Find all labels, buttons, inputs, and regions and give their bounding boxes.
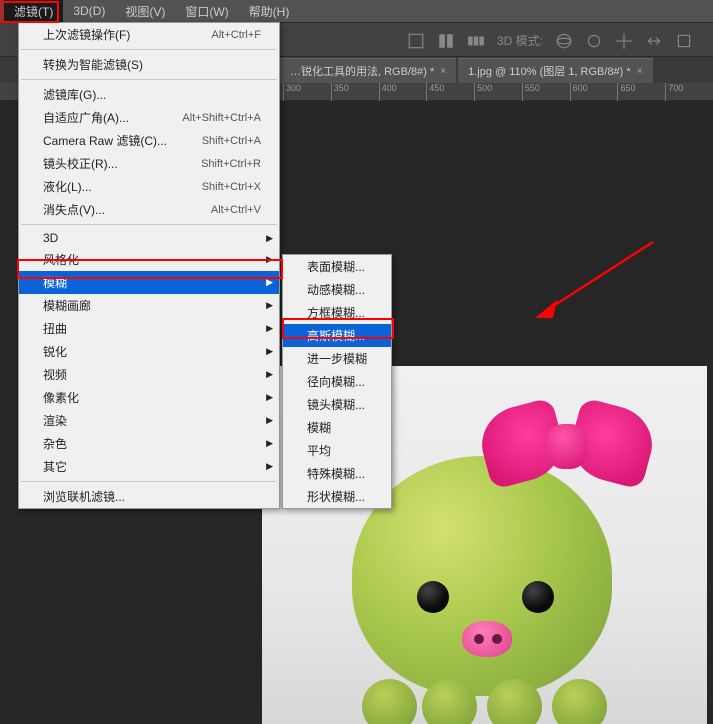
menu-motion-blur[interactable]: 动感模糊... — [283, 278, 391, 301]
menu-blur-gallery-sub[interactable]: 模糊画廊▶ — [19, 294, 279, 317]
menu-vanishing-point[interactable]: 消失点(V)...Alt+Ctrl+V — [19, 198, 279, 221]
ruler-tick: 350 — [331, 83, 379, 101]
menu-3d[interactable]: 3D(D) — [63, 1, 115, 21]
chevron-right-icon: ▶ — [266, 415, 273, 426]
ruler-tick: 700 — [665, 83, 713, 101]
ruler-tick: 300 — [283, 83, 331, 101]
chevron-right-icon: ▶ — [266, 392, 273, 403]
menu-render-sub[interactable]: 渲染▶ — [19, 409, 279, 432]
mode-label: 3D 模式: — [497, 32, 543, 49]
ruler-tick: 400 — [379, 83, 427, 101]
menu-window[interactable]: 窗口(W) — [175, 0, 238, 23]
menu-surface-blur[interactable]: 表面模糊... — [283, 255, 391, 278]
menu-last-filter[interactable]: 上次滤镜操作(F)Alt+Ctrl+F — [19, 23, 279, 46]
menu-separator — [21, 224, 277, 225]
menu-blur[interactable]: 模糊 — [283, 416, 391, 439]
pan-icon[interactable] — [615, 32, 633, 50]
menu-smart-blur[interactable]: 特殊模糊... — [283, 462, 391, 485]
menu-box-blur[interactable]: 方框模糊... — [283, 301, 391, 324]
slide-icon[interactable] — [645, 32, 663, 50]
tab-label: …锐化工具的用法, RGB/8#) * — [290, 63, 434, 79]
menu-3d-sub[interactable]: 3D▶ — [19, 228, 279, 248]
blur-submenu: 表面模糊... 动感模糊... 方框模糊... 高斯模糊... 进一步模糊 径向… — [282, 254, 392, 509]
orbit-icon[interactable] — [555, 32, 573, 50]
tool-icon-2[interactable] — [437, 32, 455, 50]
menu-browse-online[interactable]: 浏览联机滤镜... — [19, 485, 279, 508]
chevron-right-icon: ▶ — [266, 233, 273, 244]
menubar: 滤镜(T) 3D(D) 视图(V) 窗口(W) 帮助(H) — [0, 0, 713, 22]
document-tab[interactable]: 1.jpg @ 110% (图层 1, RGB/8#) * × — [458, 58, 652, 83]
menu-separator — [21, 49, 277, 50]
chevron-right-icon: ▶ — [266, 300, 273, 311]
ruler-tick: 600 — [570, 83, 618, 101]
scale-icon[interactable] — [675, 32, 693, 50]
menu-separator — [21, 79, 277, 80]
roll-icon[interactable] — [585, 32, 603, 50]
menu-stylize-sub[interactable]: 风格化▶ — [19, 248, 279, 271]
document-tab[interactable]: …锐化工具的用法, RGB/8#) * × — [280, 58, 456, 83]
menu-blur-more[interactable]: 进一步模糊 — [283, 347, 391, 370]
menu-filter-gallery[interactable]: 滤镜库(G)... — [19, 83, 279, 106]
menu-filter[interactable]: 滤镜(T) — [4, 0, 63, 23]
chevron-right-icon: ▶ — [266, 254, 273, 265]
chevron-right-icon: ▶ — [266, 438, 273, 449]
tool-icon-3[interactable] — [467, 32, 485, 50]
filter-dropdown: 上次滤镜操作(F)Alt+Ctrl+F 转换为智能滤镜(S) 滤镜库(G)...… — [18, 22, 280, 509]
menu-gaussian-blur[interactable]: 高斯模糊... — [283, 324, 391, 347]
chevron-right-icon: ▶ — [266, 369, 273, 380]
ruler-tick: 550 — [522, 83, 570, 101]
menu-pixelate-sub[interactable]: 像素化▶ — [19, 386, 279, 409]
ruler-tick: 500 — [474, 83, 522, 101]
menu-sharpen-sub[interactable]: 锐化▶ — [19, 340, 279, 363]
chevron-right-icon: ▶ — [266, 277, 273, 288]
menu-smart-filter[interactable]: 转换为智能滤镜(S) — [19, 53, 279, 76]
menu-lens-correction[interactable]: 镜头校正(R)...Shift+Ctrl+R — [19, 152, 279, 175]
ruler-tick: 450 — [426, 83, 474, 101]
ruler-tick: 650 — [617, 83, 665, 101]
menu-help[interactable]: 帮助(H) — [239, 0, 300, 23]
menu-adaptive-wide[interactable]: 自适应广角(A)...Alt+Shift+Ctrl+A — [19, 106, 279, 129]
chevron-right-icon: ▶ — [266, 346, 273, 357]
menu-noise-sub[interactable]: 杂色▶ — [19, 432, 279, 455]
menu-camera-raw[interactable]: Camera Raw 滤镜(C)...Shift+Ctrl+A — [19, 129, 279, 152]
tab-label: 1.jpg @ 110% (图层 1, RGB/8#) * — [468, 63, 631, 79]
menu-video-sub[interactable]: 视频▶ — [19, 363, 279, 386]
menu-liquify[interactable]: 液化(L)...Shift+Ctrl+X — [19, 175, 279, 198]
close-icon[interactable]: × — [440, 66, 446, 77]
chevron-right-icon: ▶ — [266, 323, 273, 334]
chevron-right-icon: ▶ — [266, 461, 273, 472]
menu-average[interactable]: 平均 — [283, 439, 391, 462]
tool-icon-1[interactable] — [407, 32, 425, 50]
menu-shape-blur[interactable]: 形状模糊... — [283, 485, 391, 508]
menu-lens-blur[interactable]: 镜头模糊... — [283, 393, 391, 416]
menu-distort-sub[interactable]: 扭曲▶ — [19, 317, 279, 340]
menu-radial-blur[interactable]: 径向模糊... — [283, 370, 391, 393]
menu-blur-sub[interactable]: 模糊▶ — [19, 271, 279, 294]
menu-separator — [21, 481, 277, 482]
menu-other-sub[interactable]: 其它▶ — [19, 455, 279, 478]
close-icon[interactable]: × — [637, 66, 643, 77]
menu-view[interactable]: 视图(V) — [115, 0, 175, 23]
